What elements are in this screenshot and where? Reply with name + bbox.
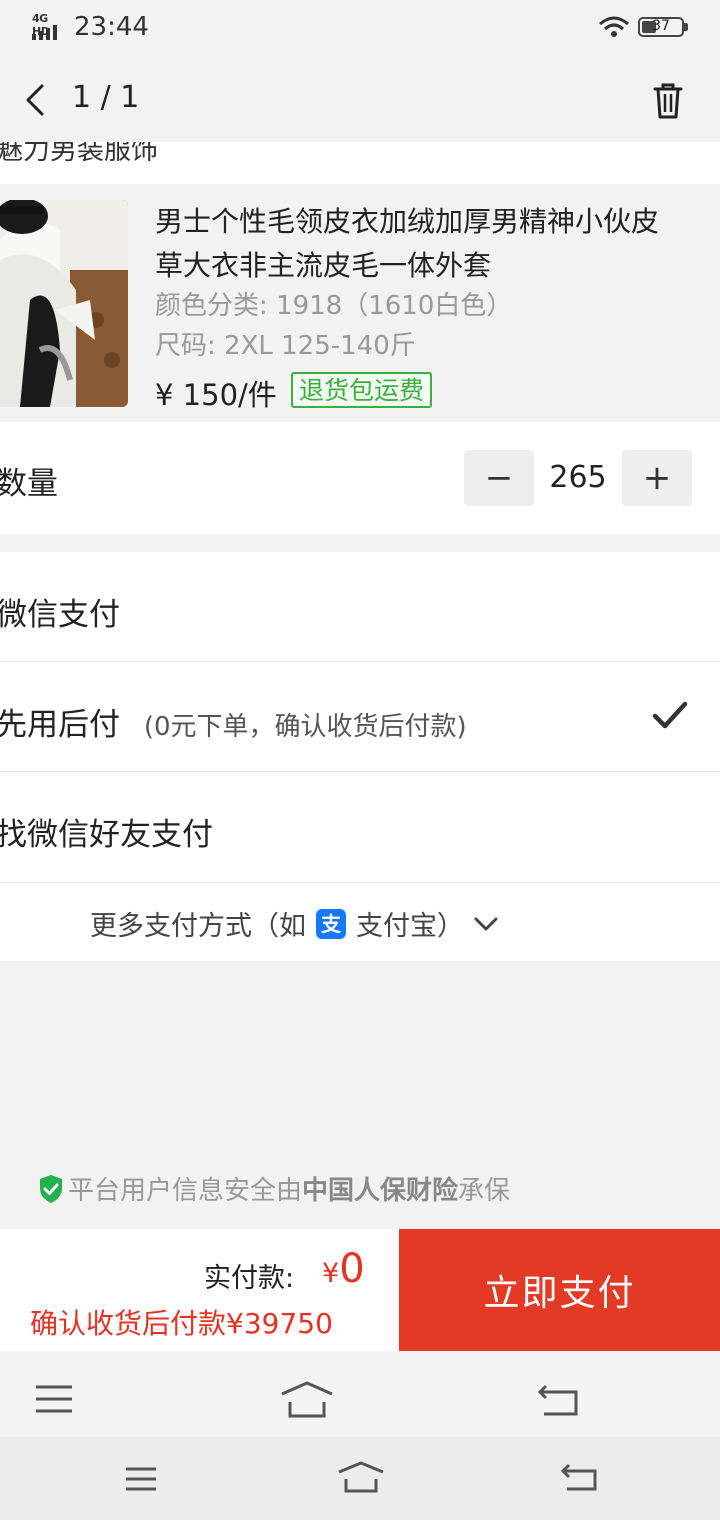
pay-later-amount: 确认收货后付款¥39750	[30, 1307, 333, 1340]
pay-now-button[interactable]: 立即支付	[399, 1229, 720, 1351]
shop-name: 魅力男装服饰	[0, 142, 158, 166]
product-image[interactable]	[0, 200, 128, 407]
more-payment-suffix: 支付宝）	[356, 911, 464, 942]
product-color-spec: 颜色分类: 1918（1610白色）	[155, 291, 513, 321]
back-arrow-icon[interactable]	[22, 84, 48, 116]
payment-option-pay-later-label: 先用后付 (0元下单，确认收货后付款)	[0, 699, 467, 744]
menu-icon[interactable]	[34, 1384, 74, 1414]
quantity-increase-button[interactable]: +	[622, 450, 692, 506]
quantity-decrease-button[interactable]: −	[464, 450, 534, 506]
return-shipping-badge: 退货包运费	[291, 372, 433, 408]
more-payment-prefix: 更多支付方式（如	[90, 911, 306, 942]
quantity-value[interactable]: 265	[536, 460, 620, 495]
payment-option-wechat-label: 微信支付	[0, 597, 120, 633]
back-nav-icon[interactable]	[536, 1382, 580, 1418]
payment-option-wechat-friend-label: 找微信好友支付	[0, 817, 213, 853]
insurance-note: 平台用户信息安全由 中国人保财险 承保	[38, 1170, 510, 1207]
home-icon[interactable]	[278, 1380, 336, 1420]
menu-icon[interactable]	[124, 1466, 158, 1492]
system-nav-bar	[0, 1351, 720, 1437]
insurance-suffix: 承保	[458, 1176, 511, 1206]
home-icon[interactable]	[336, 1460, 386, 1494]
quantity-label: 数量	[0, 466, 58, 502]
wifi-icon	[599, 16, 629, 37]
paid-currency: ¥	[322, 1258, 340, 1289]
chevron-down-icon	[474, 917, 498, 930]
product-size-spec: 尺码: 2XL 125-140斤	[155, 331, 416, 361]
battery-icon: 37	[638, 17, 688, 37]
product-title[interactable]: 男士个性毛领皮衣加绒加厚男精神小伙皮草大衣非主流皮毛一体外套	[155, 200, 685, 288]
trash-icon[interactable]	[652, 82, 684, 120]
back-nav-icon[interactable]	[560, 1462, 598, 1492]
check-icon	[652, 701, 688, 729]
more-payment-methods-label[interactable]: 更多支付方式（如 支 支付宝）	[90, 904, 498, 943]
insurance-prefix: 平台用户信息安全由	[68, 1176, 303, 1206]
shield-check-icon	[40, 1174, 62, 1203]
product-price: ¥ 150/件	[155, 378, 277, 412]
signal-icon: 4G HD	[32, 12, 66, 40]
pay-later-note: (0元下单，确认收货后付款)	[143, 712, 467, 742]
battery-level: 37	[652, 18, 670, 34]
pay-later-title: 先用后付	[0, 707, 120, 743]
insurer-name: 中国人保财险	[302, 1176, 459, 1206]
alipay-icon: 支	[316, 908, 346, 939]
paid-amount: ¥0	[322, 1246, 365, 1292]
page-indicator: 1 / 1	[72, 80, 140, 115]
paid-value: 0	[339, 1246, 365, 1292]
paid-label: 实付款:	[204, 1263, 295, 1294]
shop-header: 魅力男装服饰	[0, 142, 720, 184]
clock: 23:44	[74, 12, 149, 42]
